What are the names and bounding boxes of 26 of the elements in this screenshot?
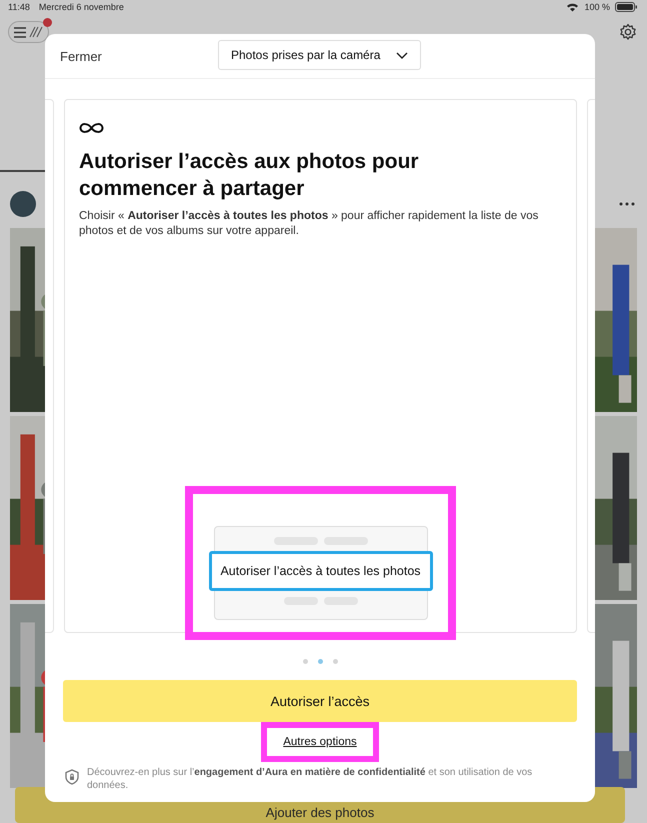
page-dot[interactable]	[302, 659, 308, 664]
infinity-icon	[79, 122, 104, 134]
battery-icon	[615, 2, 637, 12]
more-options-link[interactable]: Autres options	[261, 722, 379, 762]
add-photos-label: Ajouter des photos	[266, 805, 374, 821]
allow-access-button[interactable]: Autoriser l’accès	[63, 680, 577, 722]
status-time: 11:48	[8, 2, 30, 12]
gear-icon[interactable]	[619, 23, 637, 41]
menu-button[interactable]	[8, 21, 49, 43]
avatar	[10, 191, 36, 217]
card-description: Choisir « Autoriser l’accès à toutes les photos » pour afficher rapidement la liste de vos photos et de vos albums sur votre appareil.	[79, 209, 540, 239]
page-dot[interactable]	[332, 659, 338, 664]
shield-icon	[65, 769, 79, 785]
battery-level: 100 %	[584, 2, 610, 12]
card-title: Autoriser l’accès aux photos pour commencer à partager	[79, 149, 420, 202]
menu-icon	[14, 26, 26, 38]
privacy-note: Découvrez-en plus sur l’engagement d’Aura en matière de confidentialité et son utilisation de vos données.	[87, 766, 534, 792]
close-button[interactable]: Fermer	[60, 48, 102, 64]
option-row: Autoriser l’accès à toutes les photos	[208, 551, 432, 591]
chevron-down-icon	[396, 52, 408, 58]
wifi-icon	[566, 2, 580, 12]
album-dropdown[interactable]: Photos prises par la caméra	[218, 40, 421, 70]
logo-icon	[29, 26, 43, 38]
status-date: Mercredi 6 novembre	[38, 2, 124, 12]
more-icon[interactable]	[619, 202, 635, 206]
page-dot[interactable]	[318, 659, 322, 664]
